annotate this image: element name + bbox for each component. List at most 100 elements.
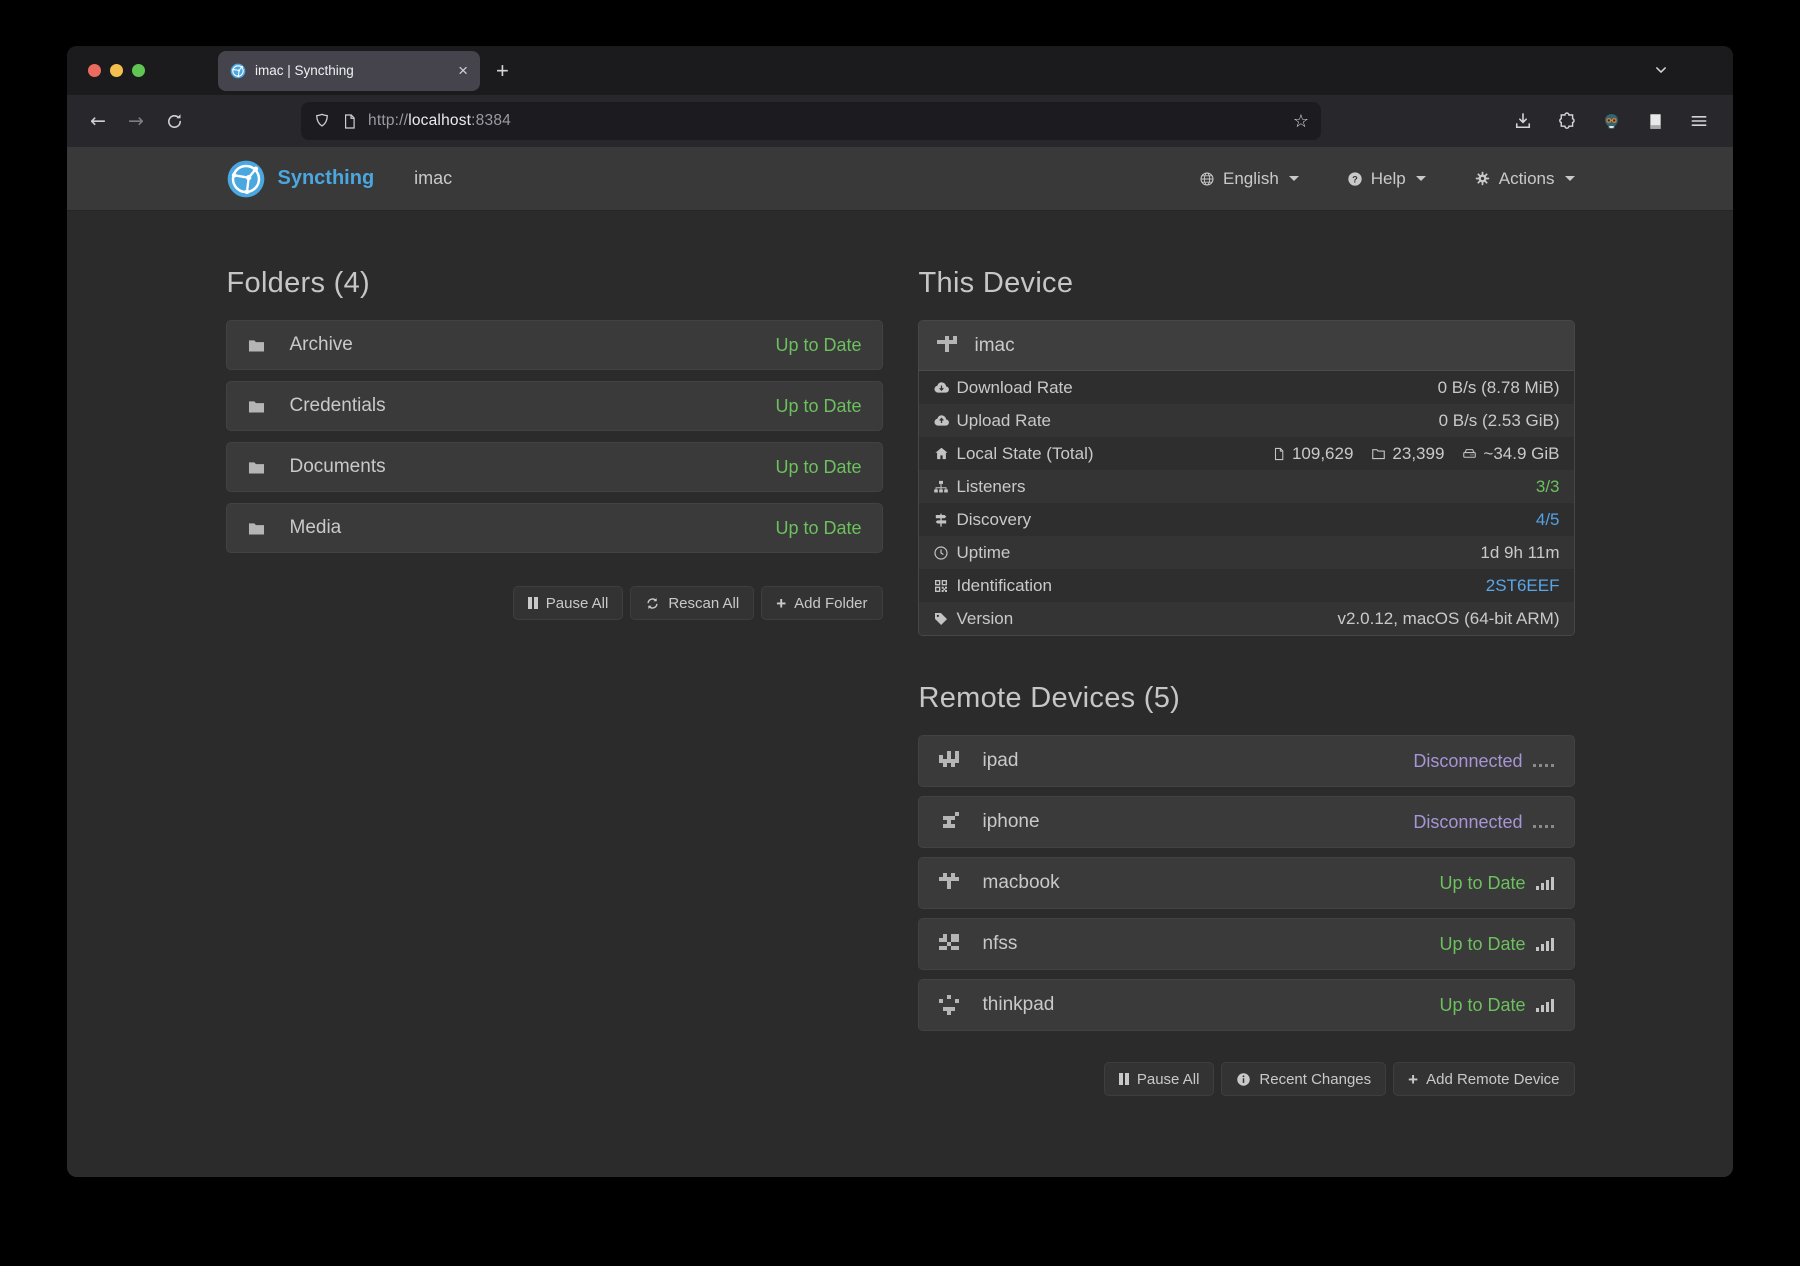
folder-status: Up to Date [775, 335, 861, 356]
forward-button[interactable]: → [117, 110, 155, 132]
menu-button[interactable] [1683, 111, 1715, 131]
url-bar[interactable]: http://localhost:8384 ☆ [301, 102, 1321, 140]
device-status: Disconnected [1413, 751, 1553, 772]
folder-row-media[interactable]: Media Up to Date [226, 503, 883, 553]
cloud-download-icon [933, 379, 950, 396]
folder-row-documents[interactable]: Documents Up to Date [226, 442, 883, 492]
window-controls [88, 64, 145, 77]
row-label: Version [957, 609, 1014, 629]
add-remote-device-label: Add Remote Device [1426, 1071, 1559, 1088]
signal-none-icon [1533, 754, 1554, 768]
device-row-thinkpad[interactable]: thinkpad Up to Date [918, 979, 1575, 1031]
info-circle-icon [1236, 1072, 1251, 1087]
folder-row-credentials[interactable]: Credentials Up to Date [226, 381, 883, 431]
syncthing-navbar: Syncthing imac English [67, 147, 1733, 210]
upload-rate-row: Upload Rate 0 B/s (2.53 GiB) [919, 404, 1574, 437]
add-remote-device-button[interactable]: + Add Remote Device [1393, 1062, 1574, 1096]
device-identicon [939, 751, 959, 771]
row-value: 3/3 [1536, 477, 1560, 497]
row-value: 0 B/s (8.78 MiB) [1438, 378, 1560, 398]
url-port: :8384 [471, 112, 511, 129]
list-all-tabs-chevron-icon[interactable] [1651, 60, 1671, 80]
folder-icon [247, 458, 266, 477]
folder-name: Archive [290, 334, 353, 356]
version-row: Version v2.0.12, macOS (64-bit ARM) [919, 602, 1574, 635]
syncthing-logo[interactable] [226, 159, 266, 199]
actions-menu[interactable]: Actions [1474, 169, 1575, 189]
local-size-value: ~34.9 GiB [1483, 444, 1559, 464]
this-device-heading: This Device [919, 267, 1575, 300]
zoom-window-button[interactable] [132, 64, 145, 77]
device-status: Up to Date [1439, 934, 1553, 955]
row-label: Discovery [957, 510, 1032, 530]
new-tab-button[interactable]: + [496, 60, 509, 82]
help-menu-label: Help [1371, 169, 1406, 189]
shield-icon[interactable] [313, 112, 331, 130]
device-identicon [937, 336, 957, 356]
folder-name: Credentials [290, 395, 386, 417]
devices-column: This Device imac Download Rate 0 B/s (8.… [918, 211, 1575, 1177]
tab-strip: imac | Syncthing × + [67, 46, 1733, 95]
minimize-window-button[interactable] [110, 64, 123, 77]
gear-icon [1474, 170, 1491, 187]
tag-icon [933, 611, 949, 627]
actions-menu-label: Actions [1499, 169, 1555, 189]
recent-changes-button[interactable]: Recent Changes [1221, 1062, 1386, 1096]
bookmark-star-icon[interactable]: ☆ [1293, 111, 1309, 132]
signpost-icon [933, 512, 949, 528]
signal-none-icon [1533, 815, 1554, 829]
url-scheme: http:// [368, 112, 408, 129]
cloud-upload-icon [933, 412, 950, 429]
close-window-button[interactable] [88, 64, 101, 77]
device-id-link[interactable]: 2ST6EEF [1486, 576, 1560, 596]
brand-name[interactable]: Syncthing [278, 167, 375, 190]
pause-icon [1119, 1073, 1123, 1085]
row-label: Uptime [957, 543, 1011, 563]
device-identicon [939, 934, 959, 954]
local-files-count: 109,629 [1292, 444, 1353, 464]
back-button[interactable]: ← [79, 110, 117, 132]
svg-text:?: ? [1352, 174, 1358, 184]
add-folder-button[interactable]: + Add Folder [761, 586, 882, 620]
extensions-button[interactable] [1551, 111, 1583, 131]
page-info-icon[interactable] [341, 113, 358, 130]
this-device-panel: imac Download Rate 0 B/s (8.78 MiB) [918, 320, 1575, 636]
device-row-ipad[interactable]: ipad Disconnected [918, 735, 1575, 787]
pause-all-folders-button[interactable]: Pause All [513, 586, 623, 620]
remote-devices-heading: Remote Devices (5) [919, 682, 1575, 715]
reload-button[interactable] [155, 112, 193, 131]
folder-name: Media [290, 517, 342, 539]
browser-window: imac | Syncthing × + ← → http://localhos… [67, 46, 1733, 1177]
puzzle-piece-icon [1557, 111, 1577, 131]
device-row-macbook[interactable]: macbook Up to Date [918, 857, 1575, 909]
privacy-badger-extension-button[interactable] [1595, 111, 1627, 132]
this-device-header[interactable]: imac [919, 321, 1574, 371]
device-row-iphone[interactable]: iphone Disconnected [918, 796, 1575, 848]
device-name: nfss [983, 933, 1018, 955]
browser-tab[interactable]: imac | Syncthing × [218, 51, 480, 91]
folder-icon [247, 397, 266, 416]
row-label: Listeners [957, 477, 1026, 497]
device-identicon [939, 873, 959, 893]
folder-row-archive[interactable]: Archive Up to Date [226, 320, 883, 370]
reader-view-button[interactable] [1639, 112, 1671, 131]
home-icon [933, 445, 950, 462]
folder-outline-icon [1371, 446, 1386, 461]
folders-column: Folders (4) Archive Up to Date Credentia… [226, 211, 883, 1177]
tab-close-icon[interactable]: × [458, 62, 468, 79]
device-row-nfss[interactable]: nfss Up to Date [918, 918, 1575, 970]
recent-changes-label: Recent Changes [1259, 1071, 1371, 1088]
hard-drive-icon [1462, 446, 1477, 461]
row-value: 4/5 [1536, 510, 1560, 530]
local-folders-count: 23,399 [1392, 444, 1444, 464]
language-menu[interactable]: English [1199, 169, 1299, 189]
document-icon [1646, 112, 1665, 131]
pause-all-devices-button[interactable]: Pause All [1104, 1062, 1214, 1096]
folder-name: Documents [290, 456, 386, 478]
rescan-all-button[interactable]: Rescan All [630, 586, 754, 620]
downloads-button[interactable] [1507, 111, 1539, 131]
folder-status: Up to Date [775, 396, 861, 417]
help-menu[interactable]: ? Help [1347, 169, 1426, 189]
tab-title: imac | Syncthing [255, 63, 449, 78]
local-size-stat: ~34.9 GiB [1462, 444, 1559, 464]
